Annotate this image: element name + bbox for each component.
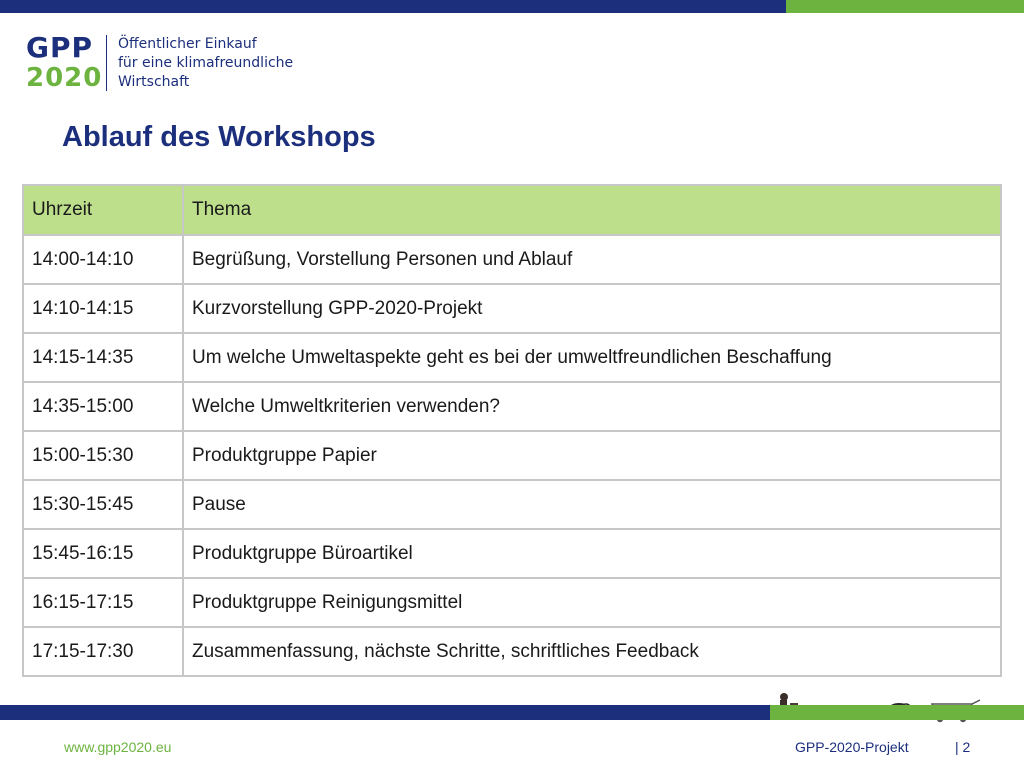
bottom-bar-blue (0, 705, 770, 720)
schedule-table: Uhrzeit Thema 14:00-14:10 Begrüßung, Vor… (22, 184, 1002, 677)
header-topic: Thema (182, 184, 1002, 236)
table-row: 14:00-14:10 Begrüßung, Vorstellung Perso… (22, 234, 1002, 285)
topic-cell: Produktgruppe Reinigungsmittel (182, 577, 1002, 628)
table-row: 17:15-17:30 Zusammenfassung, nächste Sch… (22, 626, 1002, 677)
header-time: Uhrzeit (22, 184, 184, 236)
table-row: 15:30-15:45 Pause (22, 479, 1002, 530)
logo-tagline: Öffentlicher Einkauf für eine klimafreun… (118, 35, 293, 92)
topic-cell: Begrüßung, Vorstellung Personen und Abla… (182, 234, 1002, 285)
slide-title: Ablauf des Workshops (62, 121, 376, 153)
page-number: | 2 (955, 739, 971, 755)
table-row: 16:15-17:15 Produktgruppe Reinigungsmitt… (22, 577, 1002, 628)
time-cell: 17:15-17:30 (22, 626, 184, 677)
gpp2020-logo: GPP 2020 Öffentlicher Einkauf für eine k… (26, 31, 326, 94)
topic-cell: Produktgruppe Papier (182, 430, 1002, 481)
top-bar-green (786, 0, 1024, 13)
time-cell: 15:30-15:45 (22, 479, 184, 530)
table-row: 15:00-15:30 Produktgruppe Papier (22, 430, 1002, 481)
time-cell: 14:00-14:10 (22, 234, 184, 285)
logo-tagline-line-1: Öffentlicher Einkauf (118, 36, 257, 52)
top-bar-blue (0, 0, 786, 13)
table-row: 14:10-14:15 Kurzvorstellung GPP-2020-Pro… (22, 283, 1002, 334)
topic-cell: Kurzvorstellung GPP-2020-Projekt (182, 283, 1002, 334)
logo-mark: GPP 2020 (26, 31, 101, 94)
table-row: 14:35-15:00 Welche Umweltkriterien verwe… (22, 381, 1002, 432)
time-cell: 15:45-16:15 (22, 528, 184, 579)
bottom-bar-green (770, 705, 1024, 720)
top-bar (0, 0, 1024, 13)
bottom-bar (0, 705, 1024, 720)
footer-project: GPP-2020-Projekt (795, 739, 909, 755)
logo-tagline-line-3: Wirtschaft (118, 74, 190, 90)
time-cell: 16:15-17:15 (22, 577, 184, 628)
table-row: 14:15-14:35 Um welche Umweltaspekte geht… (22, 332, 1002, 383)
time-cell: 15:00-15:30 (22, 430, 184, 481)
table-header-row: Uhrzeit Thema (22, 184, 1002, 236)
time-cell: 14:15-14:35 (22, 332, 184, 383)
logo-divider (106, 35, 107, 91)
logo-gpp: GPP (26, 31, 94, 64)
topic-cell: Um welche Umweltaspekte geht es bei der … (182, 332, 1002, 383)
time-cell: 14:10-14:15 (22, 283, 184, 334)
topic-cell: Pause (182, 479, 1002, 530)
logo-year: 2020 (26, 63, 103, 93)
table-row: 15:45-16:15 Produktgruppe Büroartikel (22, 528, 1002, 579)
topic-cell: Produktgruppe Büroartikel (182, 528, 1002, 579)
time-cell: 14:35-15:00 (22, 381, 184, 432)
topic-cell: Welche Umweltkriterien verwenden? (182, 381, 1002, 432)
topic-cell: Zusammenfassung, nächste Schritte, schri… (182, 626, 1002, 677)
logo-tagline-line-2: für eine klimafreundliche (118, 55, 294, 71)
footer-website: www.gpp2020.eu (64, 739, 172, 755)
